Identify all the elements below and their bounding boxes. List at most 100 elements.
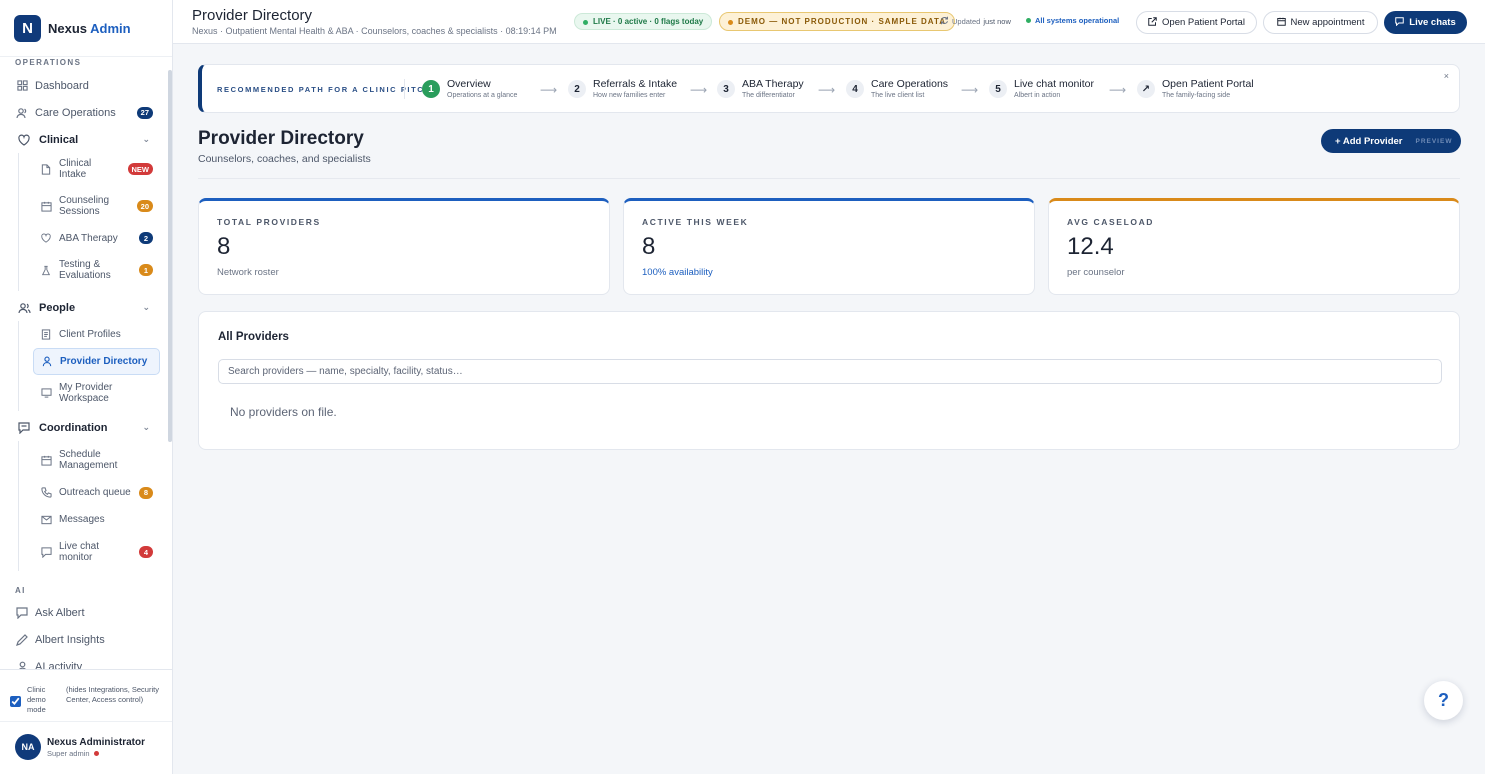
provider-search-input[interactable]: [218, 359, 1442, 384]
providers-list-card: All Providers No providers on file.: [198, 311, 1460, 450]
stat-note: per counselor: [1067, 267, 1125, 278]
sidebar-item-clinical-intake[interactable]: Clinical Intake NEW: [33, 153, 160, 185]
section-label-ai: AI: [15, 586, 26, 595]
external-link-icon: ↗: [1137, 80, 1155, 98]
updated-indicator: Updated just now: [940, 16, 1011, 27]
help-button[interactable]: ?: [1424, 681, 1463, 720]
user-profile[interactable]: NA Nexus Administrator Super admin: [0, 722, 172, 760]
step-desc: Operations at a glance: [447, 92, 518, 99]
add-provider-button[interactable]: + Add Provider PREVIEW: [1321, 129, 1461, 153]
stat-note: Network roster: [217, 267, 279, 278]
section-title: All Providers: [218, 331, 289, 343]
live-chats-button[interactable]: Live chats: [1384, 11, 1467, 34]
sidebar-item-aba-therapy[interactable]: ABA Therapy 2: [33, 227, 160, 249]
sidebar-item-live-chat-monitor[interactable]: Live chat monitor 4: [33, 533, 160, 571]
sidebar-item-counseling-sessions[interactable]: Counseling Sessions 20: [33, 185, 160, 227]
document-icon: [40, 329, 52, 341]
user-name: Nexus Administrator: [47, 736, 145, 748]
calendar-icon: [40, 200, 52, 212]
heart-icon: [40, 232, 52, 244]
mail-icon: [40, 514, 52, 526]
path-step-live-chat-monitor[interactable]: 5 Live chat monitor Albert in action: [989, 78, 1094, 100]
stat-note: 100% availability: [642, 267, 713, 278]
brand-name-accent: Admin: [90, 20, 131, 36]
system-status[interactable]: All systems operational: [1026, 16, 1119, 25]
path-step-aba-therapy[interactable]: 3 ABA Therapy The differentiator: [717, 78, 804, 100]
calendar-icon: [1276, 17, 1286, 29]
chat-icon: [40, 546, 52, 558]
sidebar-item-label: Care Operations: [35, 106, 116, 119]
sidebar-item-label: My Provider Workspace: [59, 382, 113, 404]
sidebar-item-label: Client Profiles: [59, 329, 121, 340]
sidebar-item-ai-activity[interactable]: AI activity: [0, 653, 168, 669]
sidebar-item-provider-directory[interactable]: Provider Directory: [33, 348, 160, 375]
demo-mode-checkbox[interactable]: [10, 696, 21, 707]
sidebar-scrollbar[interactable]: [168, 70, 172, 442]
page-title: Provider Directory: [198, 128, 364, 149]
close-icon[interactable]: ×: [1444, 71, 1449, 81]
sidebar-item-ask-albert[interactable]: Ask Albert: [0, 599, 168, 626]
sidebar-item-testing-evaluations[interactable]: Testing & Evaluations 1: [33, 249, 160, 291]
stat-value: 8: [642, 233, 656, 260]
step-desc: The family-facing side: [1162, 92, 1231, 99]
sidebar-item-my-provider-workspace[interactable]: My Provider Workspace: [33, 375, 160, 411]
sidebar-item-dashboard[interactable]: Dashboard: [0, 72, 168, 99]
demo-mode-note: (hides Integrations, Security Center, Ac…: [66, 685, 159, 704]
count-badge: 8: [139, 486, 153, 499]
sidebar-item-label: Live chat monitor: [59, 541, 100, 563]
user-icon: [15, 660, 29, 669]
main-content: RECOMMENDED PATH FOR A CLINIC PITCH 1 Ov…: [173, 44, 1485, 774]
path-step-care-operations[interactable]: 4 Care Operations The live client list: [846, 78, 948, 100]
path-step-open-patient-portal[interactable]: ↗ Open Patient Portal The family-facing s…: [1137, 78, 1254, 100]
brand-name-text: Nexus: [48, 20, 88, 36]
demo-warning-pill: DEMO — NOT PRODUCTION · SAMPLE DATA: [719, 12, 956, 31]
divider: [404, 79, 405, 99]
sidebar-item-label: ABA Therapy: [59, 232, 118, 244]
status-dot: [1026, 18, 1031, 23]
open-patient-portal-button[interactable]: Open Patient Portal: [1136, 11, 1257, 34]
sidebar-footer: Clinic demo mode (hides Integrations, Se…: [0, 669, 172, 774]
sidebar-item-label: Messages: [59, 514, 105, 525]
step-number: 1: [422, 80, 440, 98]
path-step-overview[interactable]: 1 Overview Operations at a glance: [422, 78, 517, 100]
arrow-right-icon: ⟶: [540, 83, 558, 97]
button-label: Open Patient Portal: [1162, 17, 1245, 28]
monitor-icon: [40, 387, 52, 399]
count-badge: 27: [136, 106, 153, 119]
button-label: + Add Provider: [1335, 135, 1403, 147]
people-subnav: Client Profiles Provider Directory My Pr…: [18, 321, 168, 411]
step-title: Overview: [447, 78, 491, 90]
users-icon: [17, 301, 31, 315]
stat-card-total-providers: TOTAL PROVIDERS 8 Network roster: [198, 198, 610, 295]
sidebar-item-client-profiles[interactable]: Client Profiles: [33, 321, 160, 348]
empty-state: No providers on file.: [230, 405, 337, 419]
arrow-right-icon: ⟶: [818, 83, 836, 97]
sidebar-item-label: Dashboard: [35, 79, 89, 92]
sidebar-item-label: Clinical Intake: [59, 158, 92, 180]
new-appointment-button[interactable]: New appointment: [1263, 11, 1378, 34]
nav-group-people[interactable]: People ⌄: [0, 294, 168, 321]
sidebar-item-care-operations[interactable]: Care Operations 27: [0, 99, 168, 126]
divider: [198, 178, 1460, 179]
brand-name: Nexus Admin: [48, 21, 131, 36]
user-role: Super admin: [47, 749, 145, 758]
sidebar-item-messages[interactable]: Messages: [33, 506, 160, 533]
stat-value: 8: [217, 233, 231, 260]
updated-value: just now: [983, 17, 1011, 26]
path-step-referrals-intake[interactable]: 2 Referrals & Intake How new families ent…: [568, 78, 677, 100]
sidebar-item-label: Testing & Evaluations: [59, 259, 111, 281]
calendar-icon: [40, 454, 52, 466]
count-badge: 1: [139, 264, 153, 276]
nav-group-coordination[interactable]: Coordination ⌄: [0, 414, 168, 441]
step-title: ABA Therapy: [742, 78, 804, 90]
sidebar-item-albert-insights[interactable]: Albert Insights: [0, 626, 168, 653]
brand[interactable]: N Nexus Admin: [0, 0, 172, 57]
count-badge: 2: [139, 232, 153, 244]
refresh-icon[interactable]: [940, 16, 949, 27]
nav-group-clinical[interactable]: Clinical ⌄: [0, 126, 168, 153]
sidebar-item-outreach-queue[interactable]: Outreach queue 8: [33, 479, 160, 506]
section-label-operations: OPERATIONS: [15, 58, 82, 67]
topbar-title: Provider Directory: [192, 7, 313, 24]
sidebar-item-schedule-management[interactable]: Schedule Management: [33, 441, 160, 479]
count-badge: 20: [136, 200, 153, 212]
